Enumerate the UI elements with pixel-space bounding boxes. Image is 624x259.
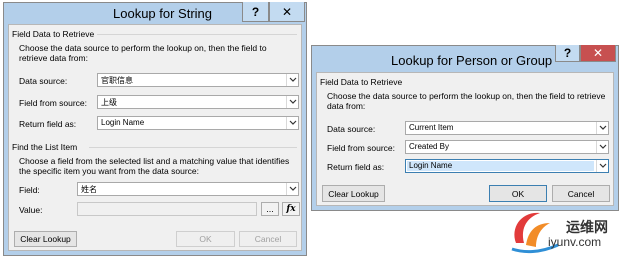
watermark-text-url: iyunv.com	[548, 235, 602, 249]
help-icon: ?	[563, 46, 572, 60]
cancel-button[interactable]: Cancel	[239, 231, 297, 247]
return-field-value: Login Name	[407, 161, 594, 171]
help-button[interactable]: ?	[555, 45, 580, 62]
dialog-client-area: Field Data to Retrieve Choose the data s…	[316, 72, 614, 206]
value-input[interactable]	[77, 202, 257, 216]
help-icon: ?	[251, 4, 260, 19]
clear-lookup-button[interactable]: Clear Lookup	[322, 185, 385, 202]
cancel-label: Cancel	[254, 234, 282, 244]
value-builder-button[interactable]: ...	[261, 202, 279, 216]
data-source-label: Data source:	[327, 124, 376, 134]
data-source-dropdown[interactable]: Current Item	[405, 121, 609, 135]
chevron-down-icon[interactable]	[596, 141, 608, 153]
chevron-down-icon[interactable]	[596, 160, 608, 172]
ok-label: OK	[199, 234, 212, 244]
field-from-source-value: 上级	[101, 98, 117, 107]
field-from-source-dropdown[interactable]: 上级	[97, 95, 299, 109]
field-from-source-dropdown[interactable]: Created By	[405, 140, 609, 154]
function-icon: fx	[286, 204, 296, 214]
site-watermark: 运维网 iyunv.com	[506, 205, 618, 255]
cancel-label: Cancel	[567, 188, 595, 199]
value-label: Value:	[19, 205, 43, 215]
watermark-text-cn: 运维网	[566, 220, 608, 236]
dialog-client-area: Field Data to Retrieve Choose the data s…	[8, 24, 302, 251]
data-source-value: Current Item	[409, 123, 454, 132]
title-bar[interactable]: Lookup for String ? ✕	[3, 2, 307, 24]
chevron-down-icon[interactable]	[286, 74, 298, 86]
return-field-label: Return field as:	[327, 162, 385, 172]
section-divider	[89, 147, 297, 148]
return-field-dropdown[interactable]: Login Name	[97, 116, 299, 130]
field-value: 姓名	[81, 185, 97, 194]
close-button[interactable]: ✕	[269, 2, 305, 22]
ok-button[interactable]: OK	[489, 185, 547, 202]
chevron-down-icon[interactable]	[286, 96, 298, 108]
field-dropdown[interactable]: 姓名	[77, 182, 299, 196]
chevron-down-icon[interactable]	[286, 117, 298, 129]
cancel-button[interactable]: Cancel	[552, 185, 610, 202]
lookup-for-person-dialog: Lookup for Person or Group ? ✕ Field Dat…	[311, 45, 619, 211]
ok-label: OK	[511, 188, 525, 199]
ellipsis-icon: ...	[266, 204, 274, 214]
lookup-for-string-dialog: Lookup for String ? ✕ Field Data to Retr…	[3, 2, 307, 256]
clear-lookup-button[interactable]: Clear Lookup	[14, 231, 77, 247]
field-from-source-value: Created By	[409, 142, 450, 151]
find-list-item-description: Choose a field from the selected list an…	[19, 156, 290, 176]
close-icon: ✕	[281, 4, 293, 19]
data-source-value: 官职信息	[101, 76, 133, 85]
field-from-source-label: Field from source:	[19, 98, 88, 108]
title-bar[interactable]: Lookup for Person or Group ? ✕	[311, 45, 619, 68]
data-source-dropdown[interactable]: 官职信息	[97, 73, 299, 87]
chevron-down-icon[interactable]	[286, 183, 298, 195]
return-field-value: Login Name	[101, 118, 145, 127]
data-source-label: Data source:	[19, 76, 68, 86]
return-field-label: Return field as:	[19, 119, 77, 129]
find-list-item-section-title: Find the List Item	[12, 142, 78, 152]
field-from-source-label: Field from source:	[327, 143, 396, 153]
close-icon: ✕	[592, 46, 604, 60]
clear-lookup-label: Clear Lookup	[20, 234, 71, 244]
clear-lookup-label: Clear Lookup	[328, 188, 379, 199]
field-label: Field:	[19, 185, 40, 195]
section-divider	[97, 34, 297, 35]
return-field-dropdown[interactable]: Login Name	[405, 159, 609, 173]
close-button[interactable]: ✕	[580, 45, 616, 62]
field-data-description: Choose the data source to perform the lo…	[327, 91, 606, 111]
dialog-title: Lookup for String	[113, 6, 213, 21]
field-data-section-title: Field Data to Retrieve	[320, 77, 403, 87]
field-data-description: Choose the data source to perform the lo…	[19, 43, 267, 63]
field-data-section-title: Field Data to Retrieve	[12, 29, 95, 39]
function-builder-button[interactable]: fx	[282, 202, 300, 216]
ok-button[interactable]: OK	[176, 231, 235, 247]
dialog-title: Lookup for Person or Group	[391, 53, 553, 68]
help-button[interactable]: ?	[242, 2, 269, 22]
chevron-down-icon[interactable]	[596, 122, 608, 134]
